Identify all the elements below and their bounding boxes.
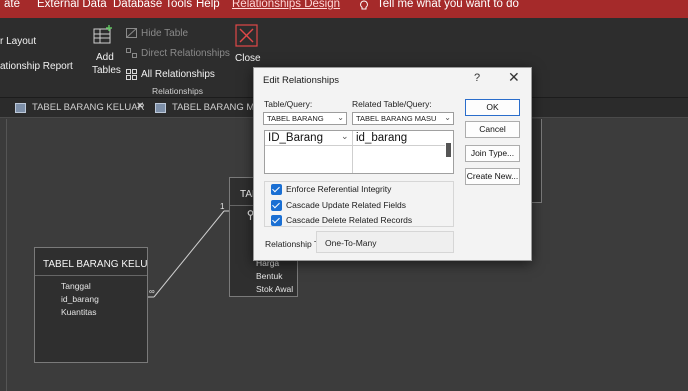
- svg-text:1: 1: [220, 202, 225, 211]
- enforce-integrity-label: Enforce Referential Integrity: [286, 184, 392, 194]
- ribbon-tab-relationships-design[interactable]: Relationships Design: [232, 0, 340, 10]
- grid-divider: [352, 131, 353, 173]
- add-tables-label-1[interactable]: Add: [96, 52, 114, 63]
- svg-text:∞: ∞: [149, 287, 155, 296]
- related-query-select[interactable]: TABEL BARANG MASU ⌄: [352, 112, 454, 125]
- layout-command[interactable]: r Layout: [0, 36, 36, 47]
- table-query-label: Table/Query:: [264, 99, 313, 109]
- create-new-button[interactable]: Create New...: [465, 168, 520, 185]
- ribbon-tab-external-data[interactable]: External Data: [37, 0, 107, 10]
- lightbulb-icon: [360, 0, 368, 10]
- hide-table-command[interactable]: Hide Table: [141, 28, 188, 39]
- field-tanggal: Tanggal: [61, 281, 91, 291]
- table-window-barang-keluar[interactable]: TABEL BARANG KELUAR Tanggal id_barang Ku…: [34, 247, 148, 363]
- ribbon-tab-help[interactable]: Help: [196, 0, 220, 10]
- direct-relationships-command[interactable]: Direct Relationships: [141, 48, 230, 59]
- add-tables-icon: [93, 25, 112, 44]
- dialog-close-button[interactable]: ✕: [508, 69, 520, 86]
- relationship-report-command[interactable]: ationship Report: [0, 61, 73, 72]
- checkbox-checked-icon[interactable]: [271, 184, 282, 195]
- chevron-down-icon: ⌄: [444, 113, 451, 122]
- related-query-label: Related Table/Query:: [352, 99, 432, 109]
- doc-tab-barang-keluar[interactable]: TABEL BARANG KELUAR: [32, 102, 144, 113]
- doc-tab-close-icon[interactable]: ✕: [136, 101, 144, 112]
- cascade-update-label: Cascade Update Related Fields: [286, 200, 407, 210]
- chevron-down-icon[interactable]: ⌄: [341, 131, 349, 142]
- field-stok-awal: Stok Awal: [256, 284, 294, 294]
- add-tables-label-2[interactable]: Tables: [92, 65, 121, 76]
- field-id-barang: id_barang: [61, 294, 99, 304]
- close-icon[interactable]: [235, 24, 258, 47]
- table-query-select[interactable]: TABEL BARANG ⌄: [263, 112, 347, 125]
- grid-scrollbar[interactable]: [446, 143, 451, 157]
- ok-button[interactable]: OK: [465, 99, 520, 116]
- table-icon: [155, 103, 166, 113]
- direct-relationships-icon: [126, 48, 137, 58]
- field-mapping-grid[interactable]: ID_Barang ⌄ id_barang: [264, 130, 454, 174]
- hide-table-icon: [126, 28, 137, 38]
- checkbox-checked-icon[interactable]: [271, 200, 282, 211]
- close-command[interactable]: Close: [235, 53, 261, 64]
- ribbon-tab-bar: ate External Data Database Tools Help Re…: [0, 0, 688, 18]
- related-query-value: TABEL BARANG MASU: [356, 114, 437, 123]
- chevron-down-icon: ⌄: [337, 113, 344, 122]
- cancel-button[interactable]: Cancel: [465, 121, 520, 138]
- field-bentuk: Bentuk: [256, 271, 283, 281]
- table-window-title: TABEL BARANG KELUAR: [35, 248, 147, 276]
- dialog-title: Edit Relationships: [263, 75, 340, 86]
- relationship-line[interactable]: 1 ∞: [148, 201, 233, 301]
- help-button[interactable]: ?: [474, 72, 480, 84]
- cascade-delete-label: Cascade Delete Related Records: [286, 215, 413, 225]
- ribbon-tab-database-tools[interactable]: Database Tools: [113, 0, 192, 10]
- checkbox-checked-icon[interactable]: [271, 215, 282, 226]
- ribbon-tab-create[interactable]: ate: [4, 0, 20, 10]
- table-query-value: TABEL BARANG: [267, 114, 324, 123]
- options-group: Enforce Referential Integrity Cascade Up…: [264, 181, 454, 227]
- table-icon: [15, 103, 26, 113]
- relationships-group-label: Relationships: [152, 86, 204, 96]
- grid-divider: [265, 145, 445, 146]
- all-relationships-icon: [126, 69, 137, 80]
- edit-relationships-dialog: Edit Relationships ? ✕ Table/Query: Rela…: [253, 67, 532, 261]
- join-type-button[interactable]: Join Type...: [465, 145, 520, 162]
- field-kuantitas: Kuantitas: [61, 307, 97, 317]
- grid-left-field[interactable]: ID_Barang: [268, 132, 323, 144]
- relationship-type-value: One-To-Many: [316, 231, 454, 253]
- grid-right-field[interactable]: id_barang: [356, 132, 407, 144]
- tell-me-search[interactable]: Tell me what you want to do: [377, 0, 519, 10]
- all-relationships-command[interactable]: All Relationships: [141, 69, 215, 80]
